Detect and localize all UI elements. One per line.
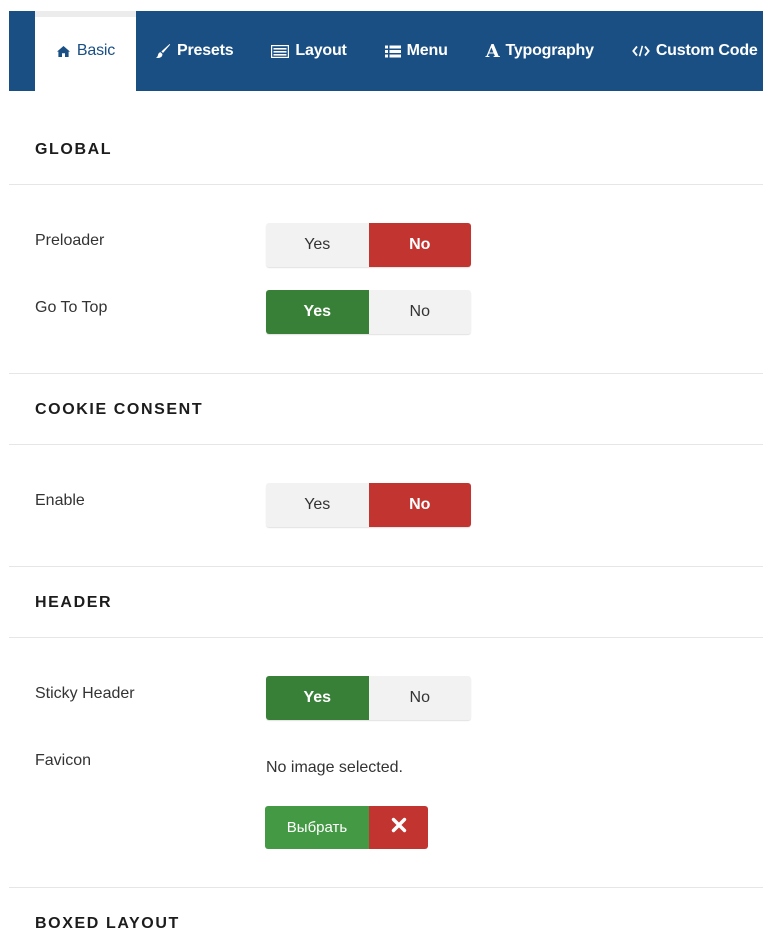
options-tab-bar: Basic Presets Layout Menu A Typography C… xyxy=(9,11,763,91)
cookie-enable-yes-button[interactable]: Yes xyxy=(266,483,369,527)
divider xyxy=(9,637,763,638)
divider xyxy=(9,373,763,374)
code-icon xyxy=(631,45,650,57)
cookie-enable-no-button[interactable]: No xyxy=(368,483,471,527)
favicon-button-group: Выбрать xyxy=(265,806,428,849)
tab-label: Presets xyxy=(177,42,234,59)
tab-label: Custom Code xyxy=(655,42,758,59)
favicon-label: Favicon xyxy=(35,752,92,769)
favicon-choose-button[interactable]: Выбрать xyxy=(265,806,369,849)
tab-menu[interactable]: Menu xyxy=(366,11,467,91)
preloader-yes-button[interactable]: Yes xyxy=(266,223,369,267)
sticky-header-yes-button[interactable]: Yes xyxy=(266,676,369,720)
go-to-top-label: Go To Top xyxy=(35,299,108,316)
tab-label: Layout xyxy=(295,42,347,59)
cookie-enable-label: Enable xyxy=(35,492,85,509)
preloader-label: Preloader xyxy=(35,232,105,249)
sticky-header-toggle: Yes No xyxy=(266,676,471,720)
tab-layout[interactable]: Layout xyxy=(252,11,365,91)
typography-icon: A xyxy=(485,40,500,62)
divider xyxy=(9,444,763,445)
preloader-toggle: Yes No xyxy=(266,223,471,267)
tab-label: Menu xyxy=(406,42,448,59)
tab-label: Basic xyxy=(76,42,116,59)
home-icon xyxy=(56,45,71,58)
tab-basic[interactable]: Basic xyxy=(35,11,136,91)
close-icon xyxy=(391,817,407,838)
section-title-boxed-layout: BOXED LAYOUT xyxy=(35,915,180,931)
list-icon xyxy=(384,45,401,58)
cookie-enable-toggle: Yes No xyxy=(266,483,471,527)
tab-label: Typography xyxy=(505,42,594,59)
go-to-top-no-button[interactable]: No xyxy=(368,290,471,334)
go-to-top-toggle: Yes No xyxy=(266,290,471,334)
brush-icon xyxy=(155,43,171,59)
preloader-no-button[interactable]: No xyxy=(368,223,471,267)
tab-presets[interactable]: Presets xyxy=(136,11,252,91)
section-title-header: HEADER xyxy=(35,594,113,611)
tab-typography[interactable]: A Typography xyxy=(467,11,613,91)
favicon-status-text: No image selected. xyxy=(266,759,403,776)
sticky-header-no-button[interactable]: No xyxy=(368,676,471,720)
tab-custom-code[interactable]: Custom Code xyxy=(613,11,763,91)
favicon-clear-button[interactable] xyxy=(369,806,428,849)
divider xyxy=(9,184,763,185)
go-to-top-yes-button[interactable]: Yes xyxy=(266,290,369,334)
template-options-page: Basic Presets Layout Menu A Typography C… xyxy=(0,0,763,931)
sticky-header-label: Sticky Header xyxy=(35,685,135,702)
divider xyxy=(9,566,763,567)
section-title-global: GLOBAL xyxy=(35,141,113,158)
layout-icon xyxy=(271,44,290,58)
section-title-cookie-consent: COOKIE CONSENT xyxy=(35,401,204,418)
divider xyxy=(9,887,763,888)
